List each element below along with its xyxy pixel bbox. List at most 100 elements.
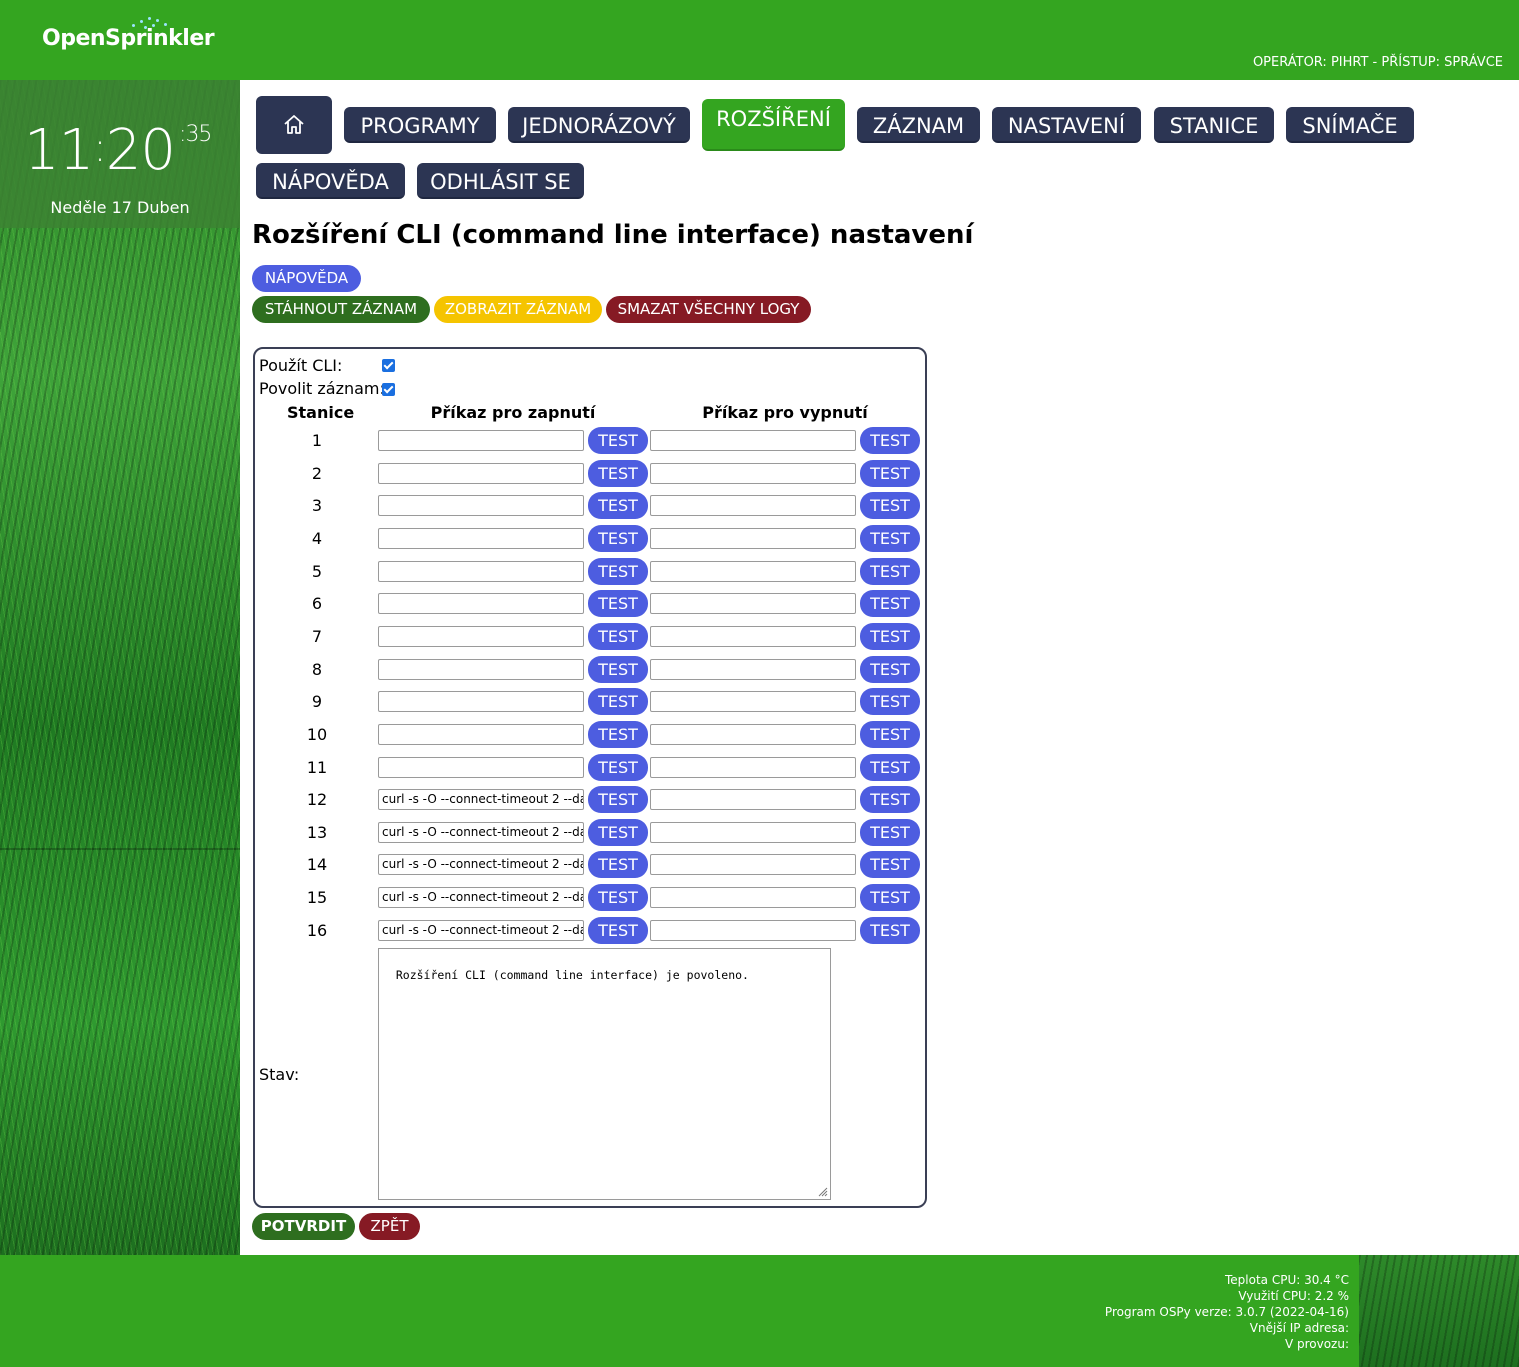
test-on-button[interactable]: TEST bbox=[588, 754, 648, 781]
home-icon bbox=[284, 115, 304, 134]
on-command-input[interactable] bbox=[378, 430, 584, 451]
test-on-button[interactable]: TEST bbox=[588, 688, 648, 715]
station-number: 7 bbox=[311, 627, 323, 646]
test-on-button[interactable]: TEST bbox=[588, 492, 648, 519]
on-command-input[interactable] bbox=[378, 528, 584, 549]
on-command-input[interactable]: curl -s -O --connect-timeout 2 --da bbox=[378, 822, 584, 843]
on-command-input[interactable] bbox=[378, 626, 584, 647]
off-command-input[interactable] bbox=[650, 724, 856, 745]
test-off-button[interactable]: TEST bbox=[860, 427, 920, 454]
nav-plugins[interactable]: ROZŠÍŘENÍ bbox=[702, 99, 845, 151]
test-on-button[interactable]: TEST bbox=[588, 590, 648, 617]
on-command-input[interactable] bbox=[378, 561, 584, 582]
off-command-input[interactable] bbox=[650, 528, 856, 549]
delete-logs-button[interactable]: SMAZAT VŠECHNY LOGY bbox=[606, 296, 811, 323]
on-command-input[interactable] bbox=[378, 495, 584, 516]
opensprinkler-logo[interactable]: OpenSprinkler bbox=[42, 17, 215, 51]
off-command-input[interactable] bbox=[650, 920, 856, 941]
test-off-button[interactable]: TEST bbox=[860, 460, 920, 487]
show-log-button[interactable]: ZOBRAZIT ZÁZNAM bbox=[434, 296, 602, 323]
operator-info: OPERÁTOR: PIHRT - PŘÍSTUP: SPRÁVCE bbox=[1252, 55, 1503, 70]
off-command-input[interactable] bbox=[650, 854, 856, 875]
status-textarea[interactable]: Rozšíření CLI (command line interface) j… bbox=[378, 948, 831, 1200]
nav-run-once[interactable]: JEDNORÁZOVÝ bbox=[508, 107, 690, 143]
on-command-input[interactable] bbox=[378, 691, 584, 712]
off-command-input[interactable] bbox=[650, 430, 856, 451]
off-command-input[interactable] bbox=[650, 691, 856, 712]
home-button[interactable] bbox=[256, 96, 332, 154]
nav-sensors[interactable]: SNÍMAČE bbox=[1286, 107, 1414, 143]
test-on-button[interactable]: TEST bbox=[588, 851, 648, 878]
off-command-input[interactable] bbox=[650, 822, 856, 843]
test-off-button[interactable]: TEST bbox=[860, 786, 920, 813]
test-off-button[interactable]: TEST bbox=[860, 492, 920, 519]
download-log-button[interactable]: STÁHNOUT ZÁZNAM bbox=[252, 296, 430, 323]
clock-minutes: 20 bbox=[105, 118, 176, 183]
station-number: 8 bbox=[311, 660, 323, 679]
test-off-button[interactable]: TEST bbox=[860, 819, 920, 846]
test-on-button[interactable]: TEST bbox=[588, 819, 648, 846]
col-off-command-header: Příkaz pro vypnutí bbox=[702, 403, 868, 422]
off-command-input[interactable] bbox=[650, 561, 856, 582]
on-command-input[interactable] bbox=[378, 724, 584, 745]
enable-log-label: Povolit záznam: bbox=[259, 379, 385, 398]
use-cli-checkbox[interactable] bbox=[382, 359, 395, 372]
test-on-button[interactable]: TEST bbox=[588, 623, 648, 650]
back-button[interactable]: ZPĚT bbox=[359, 1213, 420, 1240]
enable-log-checkbox[interactable] bbox=[382, 383, 395, 396]
test-off-button[interactable]: TEST bbox=[860, 525, 920, 552]
test-on-button[interactable]: TEST bbox=[588, 721, 648, 748]
test-off-button[interactable]: TEST bbox=[860, 656, 920, 683]
confirm-button[interactable]: POTVRDIT bbox=[252, 1213, 355, 1240]
test-on-button[interactable]: TEST bbox=[588, 460, 648, 487]
off-command-input[interactable] bbox=[650, 757, 856, 778]
nav-stations[interactable]: STANICE bbox=[1154, 107, 1274, 143]
on-command-input[interactable] bbox=[378, 463, 584, 484]
station-number: 14 bbox=[306, 855, 328, 874]
test-on-button[interactable]: TEST bbox=[588, 917, 648, 944]
off-command-input[interactable] bbox=[650, 463, 856, 484]
test-on-button[interactable]: TEST bbox=[588, 656, 648, 683]
resize-handle-icon[interactable] bbox=[816, 1185, 828, 1197]
test-off-button[interactable]: TEST bbox=[860, 917, 920, 944]
clock: 11:20:35 bbox=[24, 118, 212, 183]
on-command-input[interactable]: curl -s -O --connect-timeout 2 --da bbox=[378, 887, 584, 908]
test-off-button[interactable]: TEST bbox=[860, 851, 920, 878]
test-on-button[interactable]: TEST bbox=[588, 558, 648, 585]
nav-settings[interactable]: NASTAVENÍ bbox=[992, 107, 1141, 143]
off-command-input[interactable] bbox=[650, 887, 856, 908]
off-command-input[interactable] bbox=[650, 593, 856, 614]
station-number: 13 bbox=[306, 823, 328, 842]
test-on-button[interactable]: TEST bbox=[588, 427, 648, 454]
test-off-button[interactable]: TEST bbox=[860, 590, 920, 617]
nav-help[interactable]: NÁPOVĚDA bbox=[256, 163, 405, 199]
on-command-input[interactable] bbox=[378, 593, 584, 614]
test-on-button[interactable]: TEST bbox=[588, 786, 648, 813]
on-command-input[interactable]: curl -s -O --connect-timeout 2 --da bbox=[378, 920, 584, 941]
sprinkler-spray-icon bbox=[122, 16, 182, 30]
on-command-input[interactable]: curl -s -O --connect-timeout 2 --da bbox=[378, 789, 584, 810]
sidebar-divider bbox=[0, 848, 240, 850]
test-off-button[interactable]: TEST bbox=[860, 721, 920, 748]
test-on-button[interactable]: TEST bbox=[588, 884, 648, 911]
test-off-button[interactable]: TEST bbox=[860, 754, 920, 781]
test-off-button[interactable]: TEST bbox=[860, 623, 920, 650]
off-command-input[interactable] bbox=[650, 495, 856, 516]
test-off-button[interactable]: TEST bbox=[860, 884, 920, 911]
station-number: 11 bbox=[306, 758, 328, 777]
sidebar-grass: 11:20:35 Neděle 17 Duben bbox=[0, 80, 240, 1255]
off-command-input[interactable] bbox=[650, 659, 856, 680]
nav-log[interactable]: ZÁZNAM bbox=[857, 107, 980, 143]
help-button[interactable]: NÁPOVĚDA bbox=[252, 265, 361, 292]
off-command-input[interactable] bbox=[650, 789, 856, 810]
nav-programs[interactable]: PROGRAMY bbox=[344, 107, 496, 143]
test-off-button[interactable]: TEST bbox=[860, 558, 920, 585]
clock-panel: 11:20:35 Neděle 17 Duben bbox=[0, 80, 240, 228]
test-off-button[interactable]: TEST bbox=[860, 688, 920, 715]
on-command-input[interactable] bbox=[378, 757, 584, 778]
on-command-input[interactable]: curl -s -O --connect-timeout 2 --da bbox=[378, 854, 584, 875]
nav-logout[interactable]: ODHLÁSIT SE bbox=[417, 163, 584, 199]
test-on-button[interactable]: TEST bbox=[588, 525, 648, 552]
off-command-input[interactable] bbox=[650, 626, 856, 647]
on-command-input[interactable] bbox=[378, 659, 584, 680]
